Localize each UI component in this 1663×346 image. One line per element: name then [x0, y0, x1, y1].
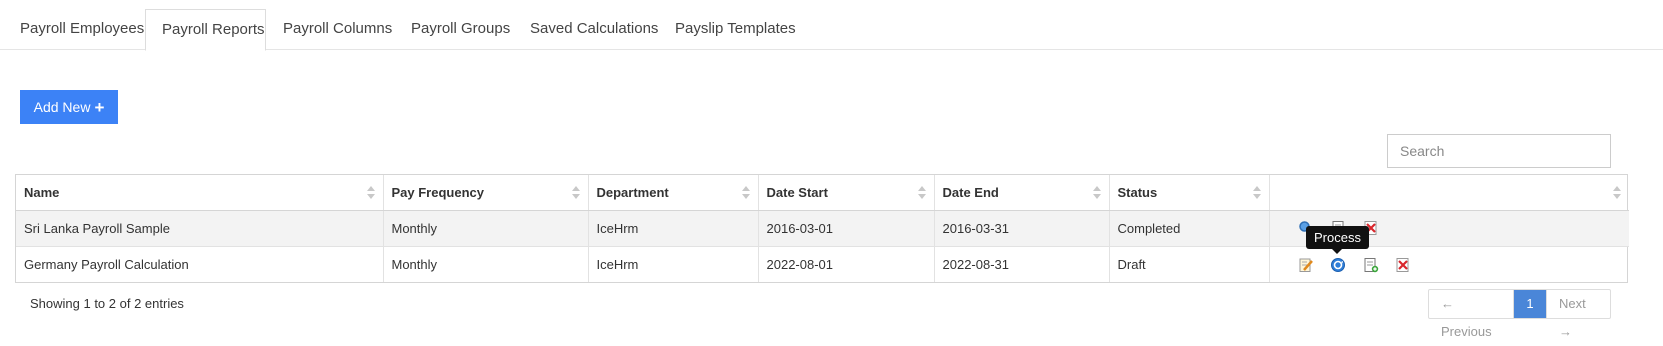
sort-icon: [1252, 186, 1261, 199]
tab-bar: Payroll Employees Payroll Reports Payrol…: [0, 0, 1663, 51]
column-label: Status: [1117, 184, 1158, 200]
plus-icon: +: [94, 97, 105, 117]
tab-saved-calculations[interactable]: Saved Calculations: [514, 9, 674, 50]
cell-date-end: 2022-08-31: [934, 246, 1110, 282]
cell-date-end: 2016-03-31: [934, 210, 1110, 247]
column-header-department[interactable]: Department: [588, 175, 759, 211]
tab-payslip-templates[interactable]: Payslip Templates: [659, 9, 812, 50]
tab-payroll-employees[interactable]: Payroll Employees: [4, 9, 160, 50]
tab-payroll-columns[interactable]: Payroll Columns: [267, 9, 408, 50]
column-header-status[interactable]: Status: [1109, 175, 1270, 211]
process-icon[interactable]: [1330, 257, 1346, 273]
entries-info: Showing 1 to 2 of 2 entries: [30, 296, 184, 311]
edit-icon[interactable]: [1298, 257, 1314, 273]
column-header-name[interactable]: Name: [16, 175, 384, 211]
sort-icon: [366, 186, 375, 199]
process-tooltip: Process: [1306, 226, 1369, 254]
previous-page-button[interactable]: ← Previous: [1429, 290, 1514, 339]
sort-icon: [741, 186, 750, 199]
payroll-reports-table: Name Pay Frequency Department Date Start…: [15, 174, 1629, 283]
page-1-button[interactable]: 1: [1514, 290, 1546, 318]
column-header-date-start[interactable]: Date Start: [758, 175, 935, 211]
cell-date-start: 2022-08-01: [758, 246, 935, 282]
cell-status: Draft: [1109, 246, 1270, 282]
column-label: Date End: [942, 184, 999, 200]
tab-payroll-groups[interactable]: Payroll Groups: [395, 9, 526, 50]
sort-icon: [1613, 186, 1621, 199]
add-new-button[interactable]: Add New +: [20, 90, 118, 124]
cell-name: Sri Lanka Payroll Sample: [16, 210, 384, 247]
column-label: Name: [24, 184, 60, 200]
column-label: Pay Frequency: [391, 184, 485, 200]
table-header-row: Name Pay Frequency Department Date Start…: [16, 175, 1629, 211]
delete-icon[interactable]: [1395, 257, 1411, 273]
column-header-date-end[interactable]: Date End: [934, 175, 1110, 211]
column-header-pay-frequency[interactable]: Pay Frequency: [383, 175, 589, 211]
column-label: Date Start: [766, 184, 828, 200]
cell-pay-frequency: Monthly: [383, 210, 589, 247]
cell-status: Completed: [1109, 210, 1270, 247]
cell-date-start: 2016-03-01: [758, 210, 935, 247]
pagination: ← Previous 1 Next →: [1428, 289, 1611, 339]
table-row: Sri Lanka Payroll Sample Monthly IceHrm …: [16, 210, 1629, 247]
cell-department: IceHrm: [588, 210, 759, 247]
copy-icon[interactable]: [1363, 257, 1379, 273]
cell-pay-frequency: Monthly: [383, 246, 589, 282]
sort-icon: [917, 186, 926, 199]
next-page-button[interactable]: Next →: [1546, 290, 1610, 339]
column-header-actions[interactable]: [1269, 175, 1629, 211]
cell-name: Germany Payroll Calculation: [16, 246, 384, 282]
search-input[interactable]: [1387, 134, 1611, 168]
sort-icon: [1092, 186, 1101, 199]
column-label: Department: [596, 184, 669, 200]
cell-department: IceHrm: [588, 246, 759, 282]
tab-payroll-reports[interactable]: Payroll Reports: [145, 9, 266, 51]
table-row: Germany Payroll Calculation Monthly IceH…: [16, 246, 1629, 282]
add-new-label: Add New: [33, 99, 91, 115]
cell-actions: [1269, 246, 1629, 282]
sort-icon: [571, 186, 580, 199]
